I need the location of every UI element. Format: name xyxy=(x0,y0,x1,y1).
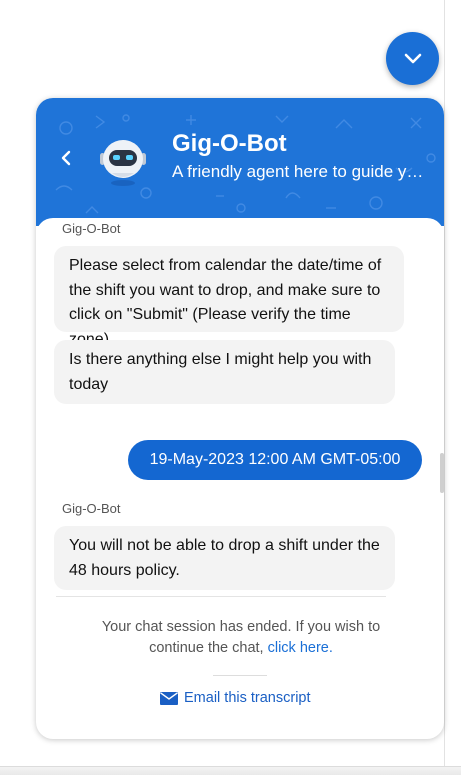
chevron-left-icon xyxy=(61,150,71,166)
back-button[interactable] xyxy=(54,146,78,170)
chat-transcript[interactable]: Gig-O-Bot Please select from calendar th… xyxy=(36,218,444,596)
chevron-down-icon xyxy=(404,53,421,63)
chat-header: Gig-O-Bot A friendly agent here to guide… xyxy=(36,98,444,226)
bot-message-bubble: You will not be able to drop a shift und… xyxy=(54,526,395,590)
user-message-bubble: 19-May-2023 12:00 AM GMT-05:00 xyxy=(128,440,422,480)
scrollbar-thumb[interactable] xyxy=(440,453,444,493)
email-transcript-link[interactable]: Email this transcript xyxy=(160,690,311,706)
bot-name: Gig-O-Bot xyxy=(172,130,287,157)
divider xyxy=(213,675,267,676)
bot-message-bubble: Please select from calendar the date/tim… xyxy=(54,246,404,348)
email-transcript-label: Email this transcript xyxy=(184,690,311,706)
continue-chat-link[interactable]: click here. xyxy=(268,640,333,656)
minimize-chat-button[interactable] xyxy=(386,32,439,85)
session-ended-text: Your chat session has ended. If you wish… xyxy=(101,619,381,656)
message-sender: Gig-O-Bot xyxy=(62,221,121,236)
bot-message-bubble: Is there anything else I might help you … xyxy=(54,340,395,404)
envelope-icon xyxy=(160,691,178,705)
chat-widget: Gig-O-Bot A friendly agent here to guide… xyxy=(36,98,444,739)
divider xyxy=(56,596,386,597)
page-edge xyxy=(444,0,445,774)
message-sender: Gig-O-Bot xyxy=(62,501,121,516)
session-ended-message: Your chat session has ended. If you wish… xyxy=(76,617,406,659)
bot-avatar xyxy=(100,140,146,186)
bot-subtitle: A friendly agent here to guide you... xyxy=(172,162,432,181)
